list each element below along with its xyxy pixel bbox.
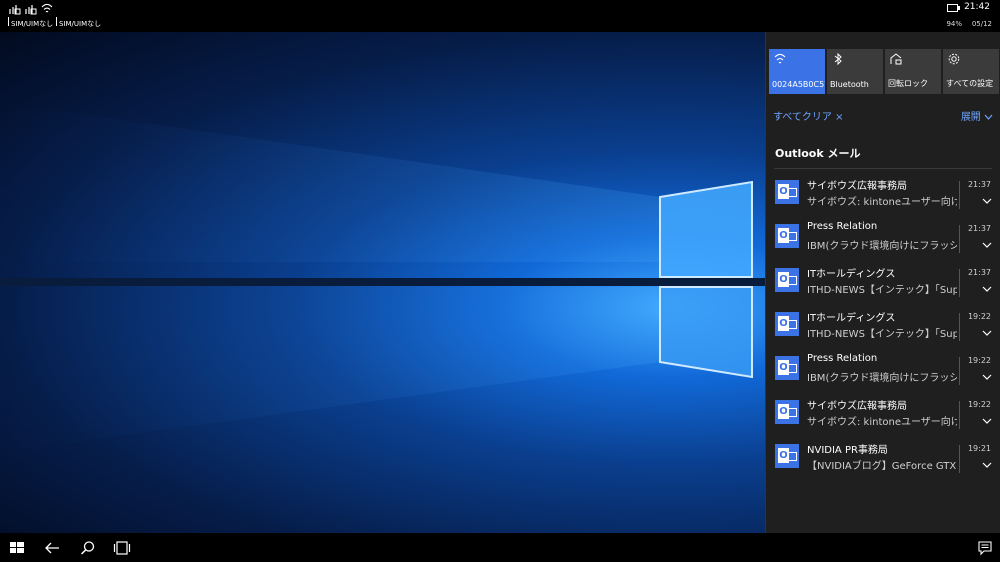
outlook-mail-icon: O (775, 180, 799, 204)
search-icon[interactable] (79, 539, 97, 557)
outlook-mail-icon: O (775, 312, 799, 336)
chevron-down-icon[interactable] (982, 372, 992, 382)
notification-title: サイボウズ広報事務局 (807, 181, 907, 192)
notification-item[interactable]: O サイボウズ広報事務局サイボウズ: kintoneユーザー向けイ 21:37 (774, 175, 996, 215)
outlook-mail-icon: O (775, 224, 799, 248)
divider (959, 181, 960, 209)
gear-icon (948, 53, 960, 65)
chevron-down-icon[interactable] (982, 240, 992, 250)
notification-title: ITホールディングス (807, 313, 896, 324)
chevron-down-icon[interactable] (982, 460, 992, 470)
notification-body: IBM(クラウド環境向けにフラッシュ (807, 241, 957, 252)
divider (959, 269, 960, 297)
status-bar: SIM/UIMなし SIM/UIMなし 21:42 94% 05/12 (0, 0, 1000, 32)
clock: 21:42 (964, 2, 990, 12)
notification-item[interactable]: O Press Relation IBM(クラウド環境向けにフラッシュ 21:37 (774, 219, 996, 259)
wifi-icon (774, 53, 786, 64)
quick-action-rotation-lock[interactable]: 回転ロック (885, 49, 941, 94)
divider (959, 401, 960, 429)
quick-action-label: Bluetooth (830, 80, 869, 89)
task-view-icon[interactable] (113, 539, 131, 557)
outlook-mail-icon: O (775, 400, 799, 424)
notification-time: 21:37 (967, 224, 991, 233)
outlook-mail-icon: O (775, 444, 799, 468)
battery-percent: 94% (946, 20, 962, 28)
wifi-status-icon (41, 3, 53, 13)
windows-start-icon[interactable] (8, 539, 26, 557)
divider (959, 445, 960, 473)
notification-item[interactable]: O NVIDIA PR事務局【NVIDIAブログ】GeForce GTX 1( 19… (774, 439, 996, 479)
sim-status-1: SIM/UIMなし (7, 17, 54, 28)
quick-action-label: 回転ロック (888, 79, 928, 88)
notification-item[interactable]: O サイボウズ広報事務局サイボウズ: kintoneユーザー向けイ 19:22 (774, 395, 996, 435)
notification-body: ITHD-NEWS【インテック】「Super: (807, 329, 957, 340)
sim-status-2: SIM/UIMなし (55, 17, 102, 28)
divider (959, 225, 960, 253)
notification-body: サイボウズ: kintoneユーザー向けイ (807, 417, 957, 428)
expand-label: 展開 (960, 112, 981, 123)
action-center-panel: 0024A5B0C57 Bluetooth 回転ロック すべての設定 すべてクリ… (765, 32, 1000, 533)
chevron-down-icon[interactable] (982, 196, 992, 206)
notification-time: 19:21 (967, 444, 991, 453)
quick-action-all-settings[interactable]: すべての設定 (943, 49, 999, 94)
notification-body: IBM(クラウド環境向けにフラッシュ (807, 373, 957, 384)
divider (959, 313, 960, 341)
notification-title: サイボウズ広報事務局 (807, 401, 907, 412)
signal-icon (25, 5, 37, 15)
quick-action-label: すべての設定 (946, 79, 994, 88)
notification-time: 21:37 (967, 268, 991, 277)
expand-button[interactable]: 展開 (961, 108, 993, 123)
notification-title: NVIDIA PR事務局 (807, 445, 888, 456)
outlook-mail-icon: O (775, 268, 799, 292)
notification-body: ITHD-NEWS【インテック】「Super: (807, 285, 957, 296)
notification-item[interactable]: O Press Relation IBM(クラウド環境向けにフラッシュ 19:22 (774, 351, 996, 391)
signal-icon (9, 5, 21, 15)
action-center-icon[interactable] (976, 539, 994, 557)
notification-time: 19:22 (967, 400, 991, 409)
notification-group-title[interactable]: Outlook メール (775, 145, 860, 161)
outlook-mail-icon: O (775, 356, 799, 380)
clear-all-button[interactable]: すべてクリア × (773, 108, 843, 123)
notification-title: Press Relation (807, 353, 878, 364)
taskbar (0, 533, 1000, 562)
divider (774, 168, 992, 169)
battery-icon (947, 4, 960, 12)
notification-title: Press Relation (807, 221, 878, 232)
divider (959, 357, 960, 385)
notification-time: 19:22 (967, 356, 991, 365)
quick-action-bluetooth[interactable]: Bluetooth (827, 49, 883, 94)
notification-item[interactable]: O ITホールディングス ITHD-NEWS【インテック】「Super: 21:37 (774, 263, 996, 303)
quick-action-label: 0024A5B0C57 (772, 80, 825, 89)
notification-time: 19:22 (967, 312, 991, 321)
date: 05/12 (971, 20, 992, 28)
chevron-down-icon[interactable] (982, 328, 992, 338)
chevron-down-icon[interactable] (982, 284, 992, 294)
notification-item[interactable]: O ITホールディングス ITHD-NEWS【インテック】「Super: 19:22 (774, 307, 996, 347)
rotation-lock-icon (890, 53, 902, 65)
bluetooth-icon (834, 52, 842, 66)
notification-title: ITホールディングス (807, 269, 896, 280)
chevron-down-icon (984, 114, 993, 120)
quick-action-wifi[interactable]: 0024A5B0C57 (769, 49, 825, 94)
back-arrow-icon[interactable] (43, 539, 61, 557)
desktop-wallpaper[interactable] (0, 32, 765, 533)
notification-body: 【NVIDIAブログ】GeForce GTX 1( (807, 461, 957, 472)
notification-time: 21:37 (967, 180, 991, 189)
notification-body: サイボウズ: kintoneユーザー向けイ (807, 197, 957, 208)
windows-logo-light (0, 102, 765, 452)
chevron-down-icon[interactable] (982, 416, 992, 426)
